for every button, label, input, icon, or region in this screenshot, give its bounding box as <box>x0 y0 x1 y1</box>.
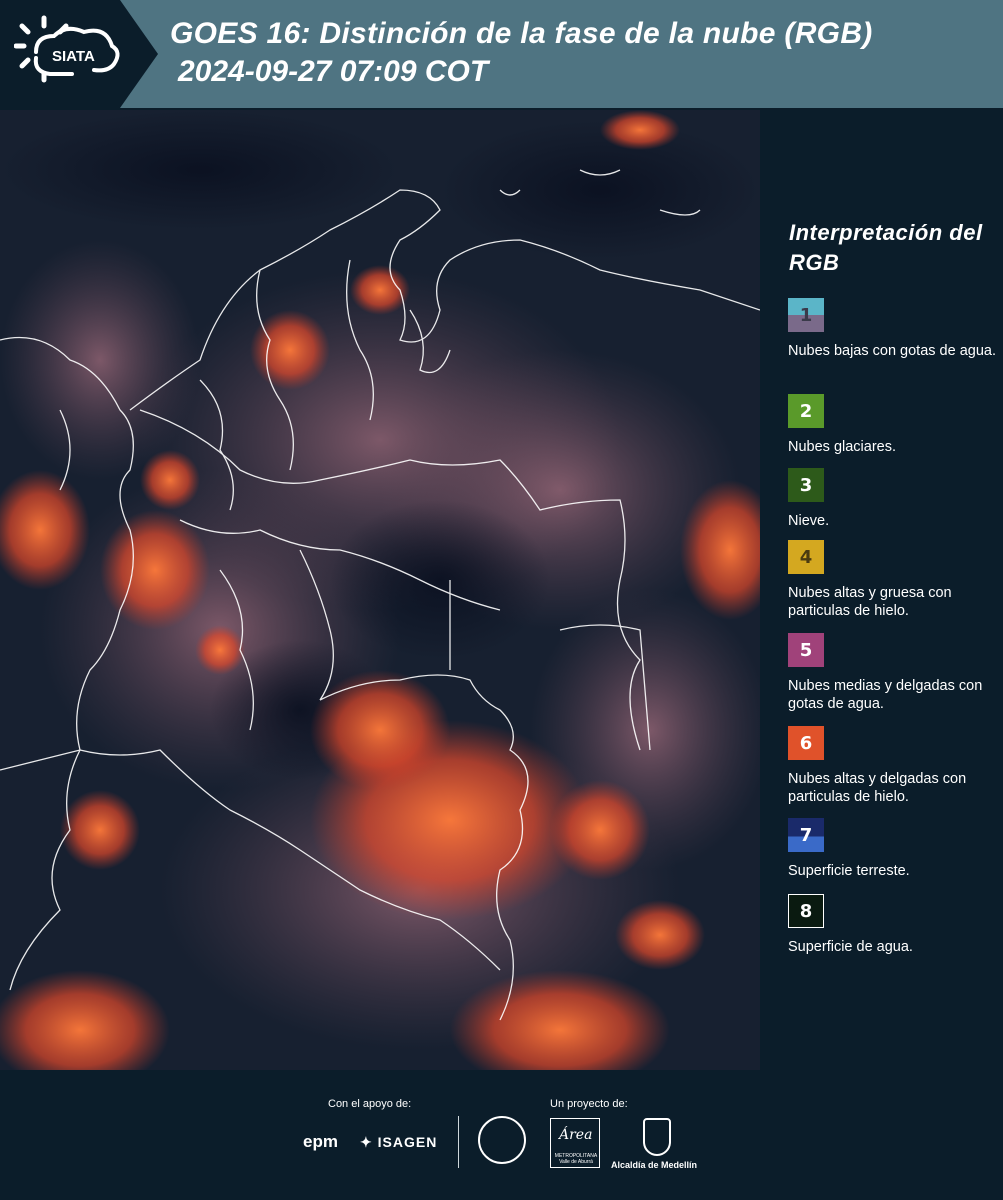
legend-item-6: 6 Nubes altas y delgadas con particulas … <box>788 726 998 806</box>
satellite-image <box>0 110 760 1070</box>
header: SIATA GOES 16: Distinción de la fase de … <box>0 0 1003 110</box>
legend-swatch-3: 3 <box>788 468 824 502</box>
legend-item-5: 5 Nubes medias y delgadas con gotas de a… <box>788 633 998 713</box>
legend-number-4: 4 <box>799 546 813 568</box>
legend-label-3: Nieve. <box>788 513 830 529</box>
legend-label-8: Superficie de agua. <box>788 939 913 955</box>
alcaldia-logo: Alcaldía de Medellín <box>611 1160 698 1170</box>
legend-swatch-6: 6 <box>788 726 824 760</box>
alcaldia-shield-icon <box>643 1118 671 1156</box>
legend-item-2: 2 Nubes glaciares. <box>788 394 998 456</box>
legend-number-1: 1 <box>799 304 813 326</box>
epm-logo: epm <box>303 1132 338 1151</box>
legend-number-5: 5 <box>799 639 813 661</box>
seal-logo <box>478 1116 526 1164</box>
legend-number-8: 8 <box>799 900 813 922</box>
siata-logo: SIATA <box>14 15 120 83</box>
legend-label-1: Nubes bajas con gotas de agua. <box>788 343 996 359</box>
legend-label-2: Nubes glaciares. <box>788 439 896 455</box>
amva-logo: Área METROPOLITANA Valle de Aburrá <box>550 1118 600 1168</box>
legend-item-1: 1 Nubes bajas con gotas de agua. <box>788 298 998 360</box>
legend-number-2: 2 <box>799 400 813 422</box>
satellite-map <box>0 110 760 1070</box>
legend-label-5: Nubes medias y delgadas con gotas de agu… <box>788 678 983 712</box>
amva-text: METROPOLITANA Valle de Aburrá <box>554 1153 598 1165</box>
legend-panel: Interpretación del RGB 1 Nubes bajas con… <box>760 110 1003 1070</box>
legend-swatch-5: 5 <box>788 633 824 667</box>
amva-title: Área <box>559 1127 593 1143</box>
legend-number-7: 7 <box>799 824 813 846</box>
legend-number-3: 3 <box>799 474 813 496</box>
legend-number-6: 6 <box>799 732 813 754</box>
legend-title: Interpretación del RGB <box>789 220 983 275</box>
footer: Con el apoyo de: Un proyecto de: epm ✦ I… <box>0 1070 1003 1200</box>
page-title: GOES 16: Distinción de la fase de la nub… <box>170 17 873 50</box>
legend-item-3: 3 Nieve. <box>788 468 998 530</box>
legend-label-7: Superficie terreste. <box>788 863 910 879</box>
legend-item-7: 7 Superficie terreste. <box>788 818 998 880</box>
isagen-text: ISAGEN <box>377 1134 438 1150</box>
project-label: Un proyecto de: <box>550 1098 628 1110</box>
svg-text:SIATA: SIATA <box>52 48 95 65</box>
legend-swatch-8: 8 <box>788 894 824 928</box>
legend-swatch-4: 4 <box>788 540 824 574</box>
legend-swatch-2: 2 <box>788 394 824 428</box>
footer-divider <box>458 1116 459 1168</box>
legend-label-6: Nubes altas y delgadas con particulas de… <box>788 771 967 805</box>
page-timestamp: 2024-09-27 07:09 COT <box>178 55 489 88</box>
isagen-logo: ✦ ISAGEN <box>360 1134 438 1150</box>
legend-item-8: 8 Superficie de agua. <box>788 894 998 956</box>
support-label: Con el apoyo de: <box>328 1098 412 1110</box>
legend-item-4: 4 Nubes altas y gruesa con particulas de… <box>788 540 998 620</box>
header-chevron <box>120 0 158 108</box>
legend-label-4: Nubes altas y gruesa con particulas de h… <box>788 585 952 619</box>
legend-swatch-1: 1 <box>788 298 824 332</box>
legend-swatch-7: 7 <box>788 818 824 852</box>
